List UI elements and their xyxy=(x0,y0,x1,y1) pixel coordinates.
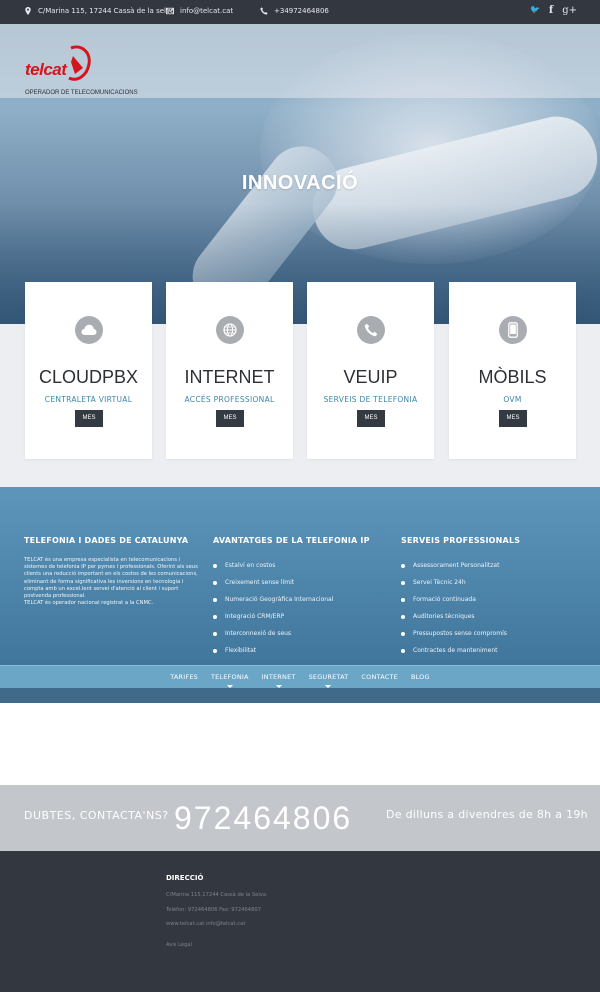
bullet-icon xyxy=(213,648,217,653)
legal-link[interactable]: Avis Legal xyxy=(166,942,192,948)
hero-banner: telcat OPERADOR DE TELECOMUNICACIONS INN… xyxy=(0,24,600,324)
list-item: Servei Tècnic 24h xyxy=(401,574,520,591)
advantages-column: AVANTATGES DE LA TELEFONIA IP Estalvi en… xyxy=(213,536,370,659)
footer-web[interactable]: www.telcat.cat info@telcat.cat xyxy=(166,921,245,927)
list-item: Numeració Geogràfica Internacional xyxy=(213,591,370,608)
list-item: Pressupostos sense compromís xyxy=(401,625,520,642)
contact-band: DUBTES, CONTACTA'NS? 972464806 De dillun… xyxy=(0,785,600,851)
list-item: Assessorament Personalitzat xyxy=(401,557,520,574)
bullet-icon xyxy=(401,597,405,602)
bullet-icon xyxy=(213,563,217,568)
logo-mark-icon xyxy=(68,45,91,81)
bullet-icon xyxy=(213,597,217,602)
service-title: CLOUDPBX xyxy=(38,367,139,387)
list-item: Contractes de manteniment xyxy=(401,642,520,659)
cloud-icon xyxy=(75,316,103,344)
list-item: Formació continuada xyxy=(401,591,520,608)
contact-prompt: DUBTES, CONTACTA'NS? xyxy=(24,809,169,822)
services-list: Assessorament Personalitzat Servei Tècni… xyxy=(401,557,520,659)
more-button-veuip[interactable]: MES xyxy=(357,410,385,427)
bullet-icon xyxy=(213,580,217,585)
about-title: TELEFONIA I DADES DE CATALUNYA xyxy=(24,536,189,545)
logo-wordmark: telcat xyxy=(25,60,67,79)
twitter-icon[interactable]: 🐦 xyxy=(530,5,540,16)
service-subtitle: SERVEIS DE TELEFONIA xyxy=(323,395,418,404)
phone-link[interactable]: +34972464806 xyxy=(274,7,329,15)
social-links: 🐦 f g+ xyxy=(530,5,577,16)
nav-item-seguretat[interactable]: SEGURETAT xyxy=(309,673,349,688)
list-item: Interconnexió de seus xyxy=(213,625,370,642)
bullet-icon xyxy=(213,631,217,636)
advantages-list: Estalvi en costos Creixement sense límit… xyxy=(213,557,370,659)
google-plus-icon[interactable]: g+ xyxy=(562,5,577,16)
globe-icon xyxy=(216,316,244,344)
footer-title: DIRECCIÓ xyxy=(166,874,204,882)
logo-tagline: OPERADOR DE TELECOMUNICACIONS xyxy=(25,90,138,96)
contact-phone[interactable]: 972464806 xyxy=(174,800,352,837)
envelope-icon xyxy=(166,7,174,15)
nav-item-blog[interactable]: BLOG xyxy=(411,673,430,681)
more-button-internet[interactable]: MES xyxy=(216,410,244,427)
list-item: Integració CRM/ERP xyxy=(213,608,370,625)
address-item: C/Marina 115, 17244 Cassà de la selva xyxy=(24,7,174,15)
nav-bottom-strip xyxy=(0,688,600,703)
nav-item-telefonia[interactable]: TELEFONIA xyxy=(211,673,249,688)
more-button-mobils[interactable]: MES xyxy=(499,410,527,427)
bullet-icon xyxy=(213,614,217,619)
bullet-icon xyxy=(401,614,405,619)
service-subtitle: OVM xyxy=(503,395,522,404)
nav-item-tarifes[interactable]: TARIFES xyxy=(170,673,198,681)
facebook-icon[interactable]: f xyxy=(549,5,553,16)
hero-title: INNOVACIÓ xyxy=(241,172,359,194)
info-section: TELEFONIA I DADES DE CATALUNYA TELCAT és… xyxy=(0,487,600,665)
advantages-title: AVANTATGES DE LA TELEFONIA IP xyxy=(213,536,370,545)
list-item: Creixement sense límit xyxy=(213,574,370,591)
phone-icon xyxy=(357,316,385,344)
footer-phones: Telèfon: 972464806 Fax: 972464807 xyxy=(166,907,262,913)
contact-hours: De dilluns a divendres de 8h a 19h xyxy=(386,808,588,821)
telcat-logo[interactable]: telcat OPERADOR DE TELECOMUNICACIONS xyxy=(25,44,145,98)
service-title: MÒBILS xyxy=(478,367,547,387)
mobile-icon xyxy=(499,316,527,344)
service-subtitle: CENTRALETA VIRTUAL xyxy=(44,395,133,404)
location-pin-icon xyxy=(25,7,31,15)
nav-item-contacte[interactable]: CONTACTE xyxy=(361,673,398,681)
top-bar: C/Marina 115, 17244 Cassà de la selva in… xyxy=(0,0,600,24)
service-subtitle: ACCÉS PROFESSIONAL xyxy=(184,395,275,404)
service-title: INTERNET xyxy=(184,367,275,387)
service-cards: CLOUDPBX CENTRALETA VIRTUAL MES INTERNET… xyxy=(25,282,576,459)
email-item[interactable]: info@telcat.cat xyxy=(166,7,233,15)
footer: DIRECCIÓ C/Marina 115,17244 Cassà de la … xyxy=(0,851,600,992)
bullet-icon xyxy=(401,631,405,636)
main-nav: TARIFES TELEFONIA INTERNET SEGURETAT CON… xyxy=(0,665,600,688)
about-text: TELCAT és una empresa especialista en te… xyxy=(24,557,198,600)
list-item: Flexibilitat xyxy=(213,642,370,659)
about-column: TELEFONIA I DADES DE CATALUNYA TELCAT és… xyxy=(24,536,199,607)
phone-item[interactable]: +34972464806 xyxy=(260,7,329,15)
services-column: SERVEIS PROFESSIONALS Assessorament Pers… xyxy=(401,536,520,659)
phone-icon xyxy=(260,7,268,15)
services-title: SERVEIS PROFESSIONALS xyxy=(401,536,521,545)
service-title: VEUIP xyxy=(343,367,398,387)
address-text: C/Marina 115, 17244 Cassà de la selva xyxy=(38,7,175,15)
footer-address: C/Marina 115,17244 Cassà de la Selva xyxy=(166,892,267,898)
nav-item-internet[interactable]: INTERNET xyxy=(262,673,296,688)
nav-items: TARIFES TELEFONIA INTERNET SEGURETAT CON… xyxy=(0,673,600,688)
service-card-mobils: MÒBILS OVM MES xyxy=(449,282,576,459)
bullet-icon xyxy=(401,563,405,568)
bullet-icon xyxy=(401,580,405,585)
more-button-cloudpbx[interactable]: MES xyxy=(75,410,103,427)
service-card-internet: INTERNET ACCÉS PROFESSIONAL MES xyxy=(166,282,293,459)
bullet-icon xyxy=(401,648,405,653)
email-link[interactable]: info@telcat.cat xyxy=(180,7,233,15)
list-item: Estalvi en costos xyxy=(213,557,370,574)
service-card-cloudpbx: CLOUDPBX CENTRALETA VIRTUAL MES xyxy=(25,282,152,459)
list-item: Auditories tècniques xyxy=(401,608,520,625)
service-card-veuip: VEUIP SERVEIS DE TELEFONIA MES xyxy=(307,282,434,459)
about-text-2: TELCAT és operador nacional registrat a … xyxy=(24,600,154,607)
